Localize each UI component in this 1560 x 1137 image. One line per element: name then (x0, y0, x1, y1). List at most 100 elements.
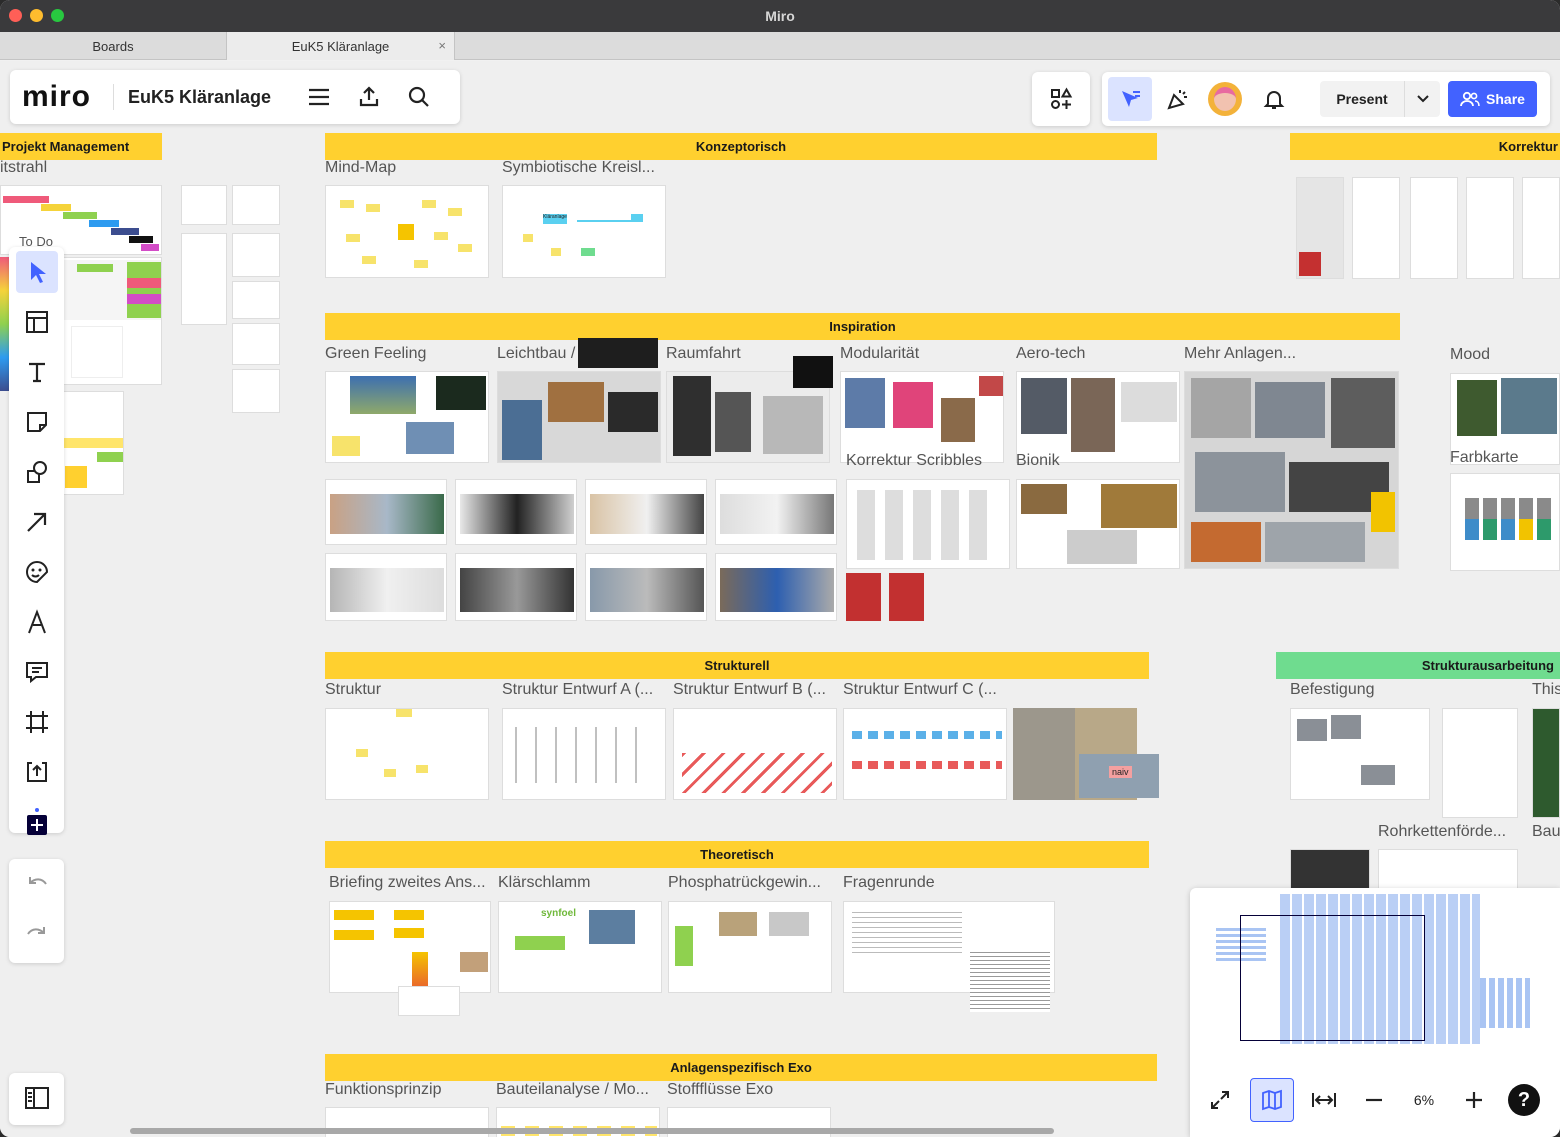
templates-icon[interactable] (9, 297, 64, 347)
moodboard-6[interactable] (455, 553, 577, 621)
arrow-icon[interactable] (9, 497, 64, 547)
moodboard-2[interactable] (455, 479, 577, 545)
frame-phosphat[interactable] (668, 901, 832, 993)
section-strukturell[interactable]: Strukturell (325, 652, 1149, 679)
search-icon[interactable] (399, 77, 439, 117)
frame-farbkarte[interactable] (1450, 473, 1560, 571)
add-apps-icon[interactable] (9, 797, 64, 847)
frame-notes-5[interactable] (232, 281, 280, 319)
fit-width-icon[interactable] (1304, 1080, 1344, 1120)
board-name[interactable]: EuK5 Kläranlage (128, 87, 271, 108)
frame-project-board[interactable] (60, 391, 124, 495)
user-avatar[interactable] (1208, 82, 1242, 116)
frame-notes-4[interactable] (232, 233, 280, 277)
moodboard-7[interactable] (585, 553, 707, 621)
frame-korrektur-2[interactable] (1352, 177, 1400, 279)
fit-icon[interactable] (1200, 1080, 1240, 1120)
frame-korrektur-5[interactable] (1522, 177, 1560, 279)
frame-bionik[interactable] (1016, 479, 1180, 569)
frame-struktur[interactable] (325, 708, 489, 800)
frame-modularitaet[interactable] (840, 371, 1004, 463)
frame-briefing[interactable] (329, 901, 491, 993)
export-icon[interactable] (349, 77, 389, 117)
section-inspiration[interactable]: Inspiration (325, 313, 1400, 340)
frame-korrektur-1[interactable] (1296, 177, 1344, 279)
frame-korrektur-4[interactable] (1466, 177, 1514, 279)
frame-struktur-c[interactable] (843, 708, 1007, 800)
comment-icon[interactable] (9, 647, 64, 697)
frame-zeitstrahl[interactable]: To Do (0, 185, 162, 255)
section-korrektur[interactable]: Korrektur (1290, 133, 1560, 160)
frame-korrektur-3[interactable] (1410, 177, 1458, 279)
menu-icon[interactable] (299, 77, 339, 117)
board-canvas[interactable]: Projekt Management Konzeptorisch Korrekt… (0, 61, 1560, 1137)
map-icon[interactable] (1250, 1078, 1294, 1122)
chevron-down-icon[interactable] (1404, 81, 1440, 117)
section-strukturausarbeitung[interactable]: Strukturausarbeitung (1276, 652, 1560, 679)
frame-todo[interactable] (60, 257, 162, 385)
undo-icon[interactable] (9, 859, 64, 909)
frame-leichtbau[interactable] (497, 338, 661, 463)
frame-fragenrunde[interactable] (843, 901, 1055, 1012)
sticker-icon[interactable] (9, 547, 64, 597)
frame-notes-6[interactable] (232, 323, 280, 365)
frame-notes-7[interactable] (232, 369, 280, 413)
upload-icon[interactable] (9, 747, 64, 797)
panel-icon[interactable] (9, 1073, 64, 1123)
minimize-window-button[interactable] (30, 9, 43, 22)
frame-briefing-extra[interactable] (398, 986, 460, 1016)
frame-struktur-b[interactable] (673, 708, 837, 800)
frame-notes-1[interactable] (181, 185, 227, 225)
help-icon[interactable]: ? (1508, 1084, 1540, 1116)
pen-icon[interactable] (9, 597, 64, 647)
cursor-icon[interactable] (1108, 77, 1152, 121)
zoom-out-icon[interactable] (1354, 1080, 1394, 1120)
minimap-viewport[interactable] (1240, 915, 1425, 1041)
share-button[interactable]: Share (1448, 81, 1537, 117)
text-icon[interactable] (9, 347, 64, 397)
close-window-button[interactable] (9, 9, 22, 22)
section-anlagenspezifisch[interactable]: Anlagenspezifisch Exo (325, 1054, 1157, 1081)
moodboard-4[interactable] (715, 479, 837, 545)
frame-rohr-photo-1[interactable] (1290, 849, 1370, 889)
frame-befestigung[interactable] (1290, 708, 1430, 800)
celebrate-icon[interactable] (1158, 79, 1198, 119)
moodboard-3[interactable] (585, 479, 707, 545)
present-button[interactable]: Present (1320, 81, 1440, 117)
frame-mindmap[interactable] (325, 185, 489, 278)
select-tool[interactable] (9, 247, 64, 297)
frame-raumfahrt[interactable] (666, 356, 833, 463)
frame-this[interactable] (1532, 708, 1560, 818)
section-projekt-management[interactable]: Projekt Management (0, 133, 162, 160)
apps-icon[interactable] (1041, 79, 1081, 119)
moodboard-1[interactable] (325, 479, 447, 545)
frame-klaerschlamm[interactable]: synfoel (498, 901, 662, 993)
maximize-window-button[interactable] (51, 9, 64, 22)
tab-boards[interactable]: Boards (0, 32, 227, 60)
section-theoretisch[interactable]: Theoretisch (325, 841, 1149, 868)
zoom-in-icon[interactable] (1454, 1080, 1494, 1120)
tab-board[interactable]: EuK5 Kläranlage × (227, 32, 455, 60)
naiv-sketch[interactable]: naiv (1079, 754, 1159, 798)
horizontal-scrollbar[interactable] (130, 1128, 1054, 1134)
frame-aero-tech[interactable] (1016, 371, 1180, 463)
frame-notes-2[interactable] (232, 185, 280, 225)
frame-icon[interactable] (9, 697, 64, 747)
frame-rohr-photo-2[interactable] (1378, 849, 1518, 889)
frame-symbiotische[interactable]: Kläranlage (502, 185, 666, 278)
bell-icon[interactable] (1254, 79, 1294, 119)
frame-korrektur-scribbles[interactable] (846, 479, 1010, 569)
miro-logo[interactable]: miro (22, 80, 91, 114)
frame-struktur-a[interactable] (502, 708, 666, 800)
redo-icon[interactable] (9, 909, 64, 959)
tab-close-icon[interactable]: × (438, 38, 446, 53)
moodboard-8[interactable] (715, 553, 837, 621)
zoom-level[interactable]: 6% (1404, 1092, 1444, 1108)
sticky-note-icon[interactable] (9, 397, 64, 447)
minimap[interactable]: 6% ? (1190, 888, 1560, 1137)
frame-mehr-anlagen[interactable] (1184, 371, 1399, 569)
moodboard-5[interactable] (325, 553, 447, 621)
shapes-icon[interactable] (9, 447, 64, 497)
section-konzeptorisch[interactable]: Konzeptorisch (325, 133, 1157, 160)
frame-green-feeling[interactable] (325, 371, 489, 463)
